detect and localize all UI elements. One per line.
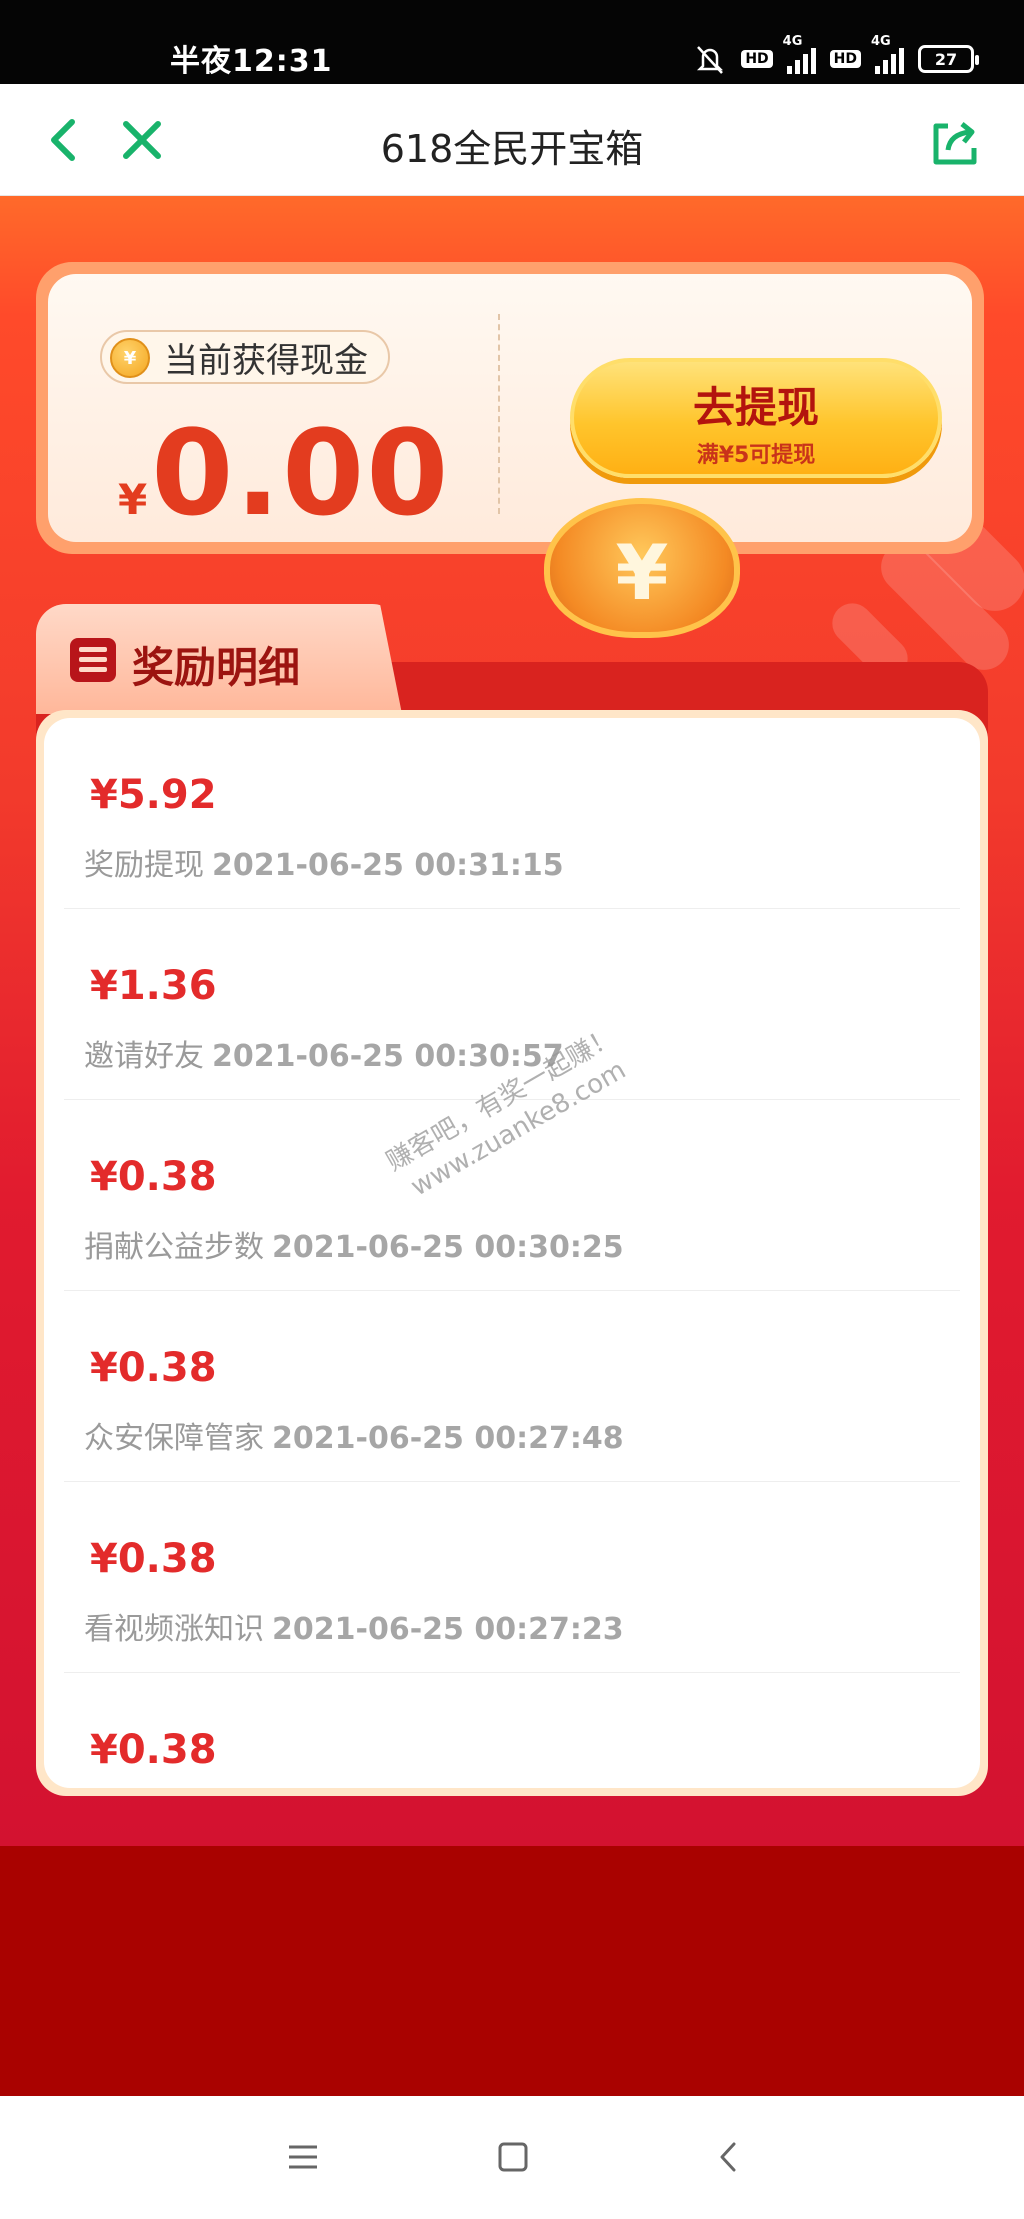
list-item: ¥0.38 (64, 1673, 960, 1788)
divider (498, 314, 500, 514)
system-nav-bar (0, 2096, 1024, 2219)
reward-amount: ¥0.38 (90, 1727, 217, 1773)
reward-amount: ¥0.38 (90, 1345, 217, 1391)
home-icon[interactable] (490, 2134, 536, 2180)
back-icon[interactable] (706, 2134, 752, 2180)
reward-desc: 邀请好友 2021-06-25 00:30:57 (84, 1039, 564, 1074)
reward-desc: 捐献公益步数 2021-06-25 00:30:25 (84, 1230, 624, 1265)
share-icon[interactable] (926, 112, 986, 172)
cash-amount: ¥ 0.00 (118, 404, 451, 542)
dark-footer-area (0, 1846, 1024, 2096)
status-bar: 半夜12:31 HD 4G HD 4G 27 (0, 0, 1024, 84)
reward-amount: ¥0.38 (90, 1536, 217, 1582)
menu-icon[interactable] (280, 2134, 326, 2180)
hd-badge: HD (741, 50, 773, 68)
list-item: ¥0.38 捐献公益步数 2021-06-25 00:30:25 (64, 1100, 960, 1291)
list-item: ¥0.38 看视频涨知识 2021-06-25 00:27:23 (64, 1482, 960, 1673)
withdraw-button[interactable]: 去提现 满¥5可提现 (570, 358, 942, 478)
battery-icon: 27 (918, 45, 979, 73)
reward-amount: ¥5.92 (90, 772, 217, 818)
reward-desc: 众安保障管家 2021-06-25 00:27:48 (84, 1421, 624, 1456)
reward-amount: ¥1.36 (90, 963, 217, 1009)
cash-label: ¥ 当前获得现金 (100, 330, 390, 384)
bell-muted-icon (693, 42, 727, 76)
reward-desc: 奖励提现 2021-06-25 00:31:15 (84, 848, 564, 883)
hd-badge-2: HD (829, 50, 861, 68)
coin-icon: ¥ (110, 338, 150, 378)
signal-icon-2: 4G (871, 34, 904, 74)
status-icons: HD 4G HD 4G 27 (693, 34, 979, 76)
list-item: ¥5.92 奖励提现 2021-06-25 00:31:15 (64, 718, 960, 909)
signal-icon: 4G (783, 34, 816, 74)
rewards-title: 奖励明细 (132, 643, 301, 692)
list-icon (70, 638, 116, 682)
list-item: ¥1.36 邀请好友 2021-06-25 00:30:57 (64, 909, 960, 1100)
list-item: ¥0.38 众安保障管家 2021-06-25 00:27:48 (64, 1291, 960, 1482)
cash-card: ¥ 当前获得现金 ¥ 0.00 去提现 满¥5可提现 (36, 262, 984, 554)
reward-desc: 看视频涨知识 2021-06-25 00:27:23 (84, 1612, 624, 1647)
rewards-tab: 奖励明细 (36, 604, 402, 714)
app-bar: 618全民开宝箱 (0, 84, 1024, 196)
big-coin-icon: ¥ (544, 498, 740, 638)
reward-amount: ¥0.38 (90, 1154, 217, 1200)
page-title: 618全民开宝箱 (380, 127, 644, 171)
status-time: 半夜12:31 (170, 44, 333, 79)
rewards-list: ¥5.92 奖励提现 2021-06-25 00:31:15 ¥1.36 邀请好友… (36, 710, 988, 1796)
